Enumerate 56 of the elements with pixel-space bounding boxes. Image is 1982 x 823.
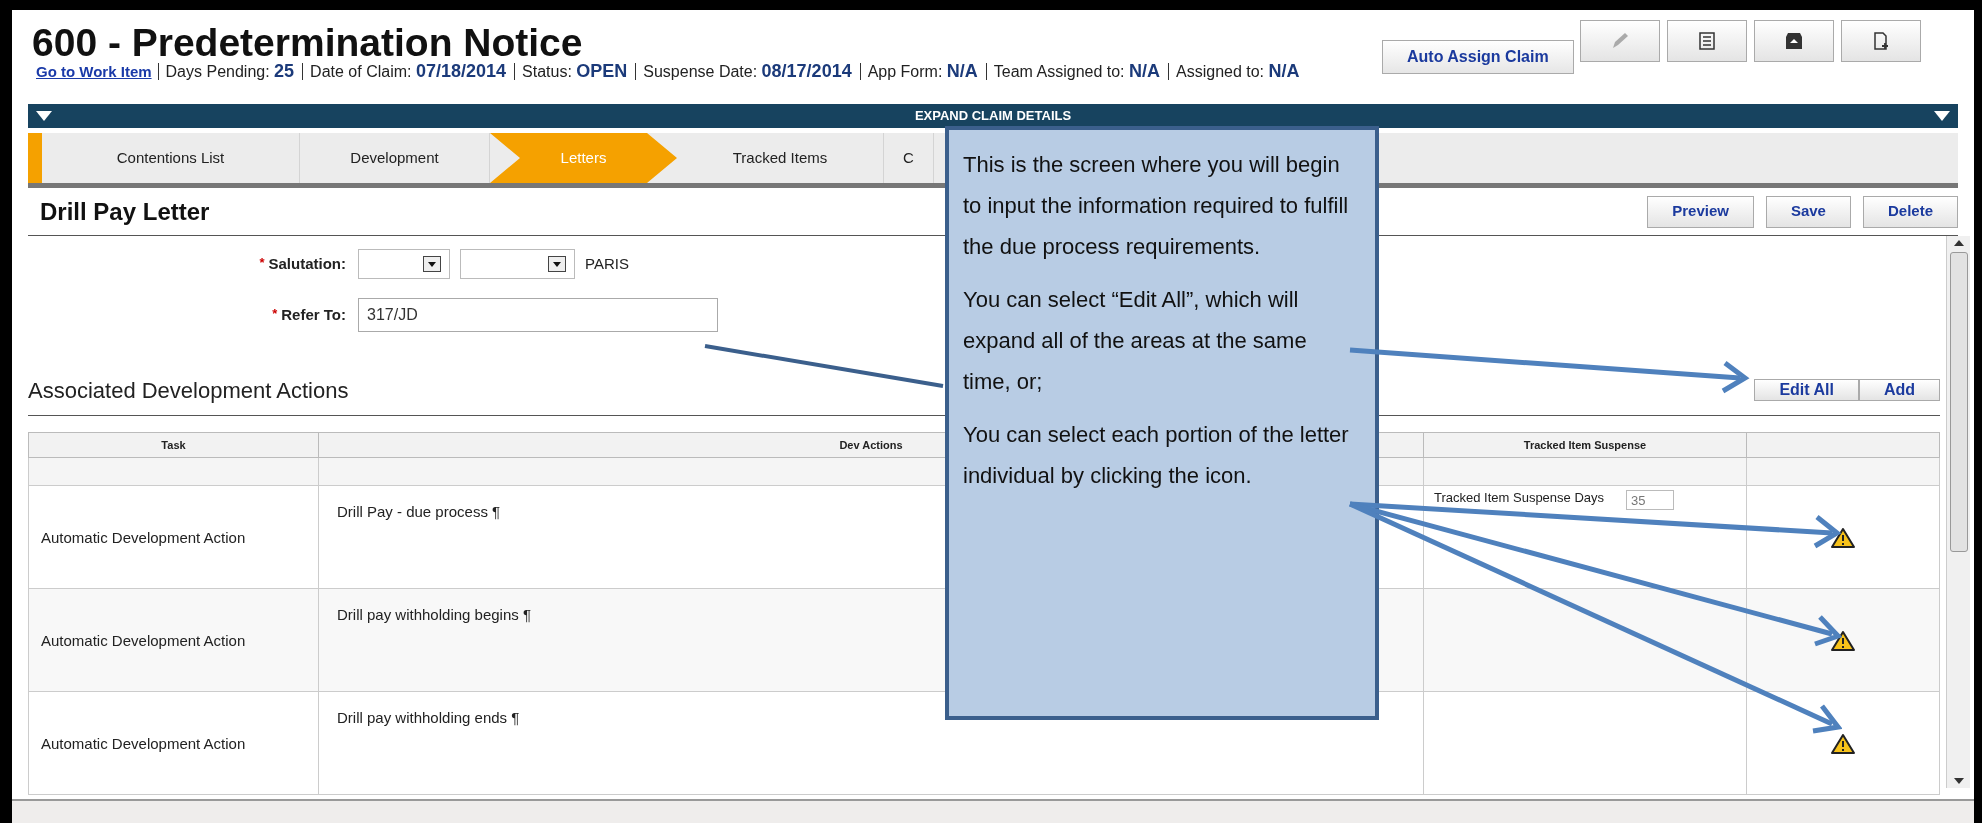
letter-button[interactable]: Save <box>1765 195 1851 228</box>
column-header: Tracked Item Suspense <box>1523 438 1647 451</box>
refer-label: Refer To: <box>281 304 346 325</box>
scroll-thumb[interactable] <box>1949 252 1968 552</box>
info-field: Date of Claim: 07/18/2014 <box>302 63 514 80</box>
expand-bar[interactable]: EXPAND CLAIM DETAILS <box>28 104 1958 128</box>
warning-icon[interactable] <box>1831 733 1855 754</box>
column-header: Dev Actions <box>839 438 903 451</box>
info-field: Assigned to: N/A <box>1168 63 1308 80</box>
scrollbar[interactable] <box>1946 236 1970 788</box>
task-text: Automatic Development Action <box>41 734 247 752</box>
info-field: Status: OPEN <box>514 63 636 80</box>
work-item-link[interactable]: Go to Work Item <box>32 63 158 80</box>
task-text: Automatic Development Action <box>41 631 247 649</box>
letter-title: Drill Pay Letter <box>39 196 210 227</box>
scroll-down-icon[interactable] <box>1953 778 1964 784</box>
assign-button[interactable]: Auto Assign Claim <box>1382 40 1574 74</box>
toolbar-button[interactable] <box>1753 20 1834 62</box>
info-field: Team Assigned to: N/A <box>985 63 1168 80</box>
toolbar-button[interactable] <box>1666 20 1747 62</box>
salutation-name: PARIS <box>585 253 629 274</box>
warning-icon[interactable] <box>1831 630 1855 651</box>
toolbar-button[interactable] <box>1840 20 1921 62</box>
callout-text: You can select each portion of the letter individual by clicking the icon. <box>963 421 1350 490</box>
section-title: Associated Development Actions <box>28 377 349 405</box>
letter-button[interactable]: Preview <box>1647 195 1754 228</box>
info-field: Suspense Date: 08/17/2014 <box>635 63 860 80</box>
action-text: Drill Pay - due process ¶ <box>337 503 501 520</box>
caret-icon <box>36 111 52 121</box>
required-mark: * <box>272 304 279 323</box>
dropdown[interactable] <box>358 249 450 279</box>
task-text: Automatic Development Action <box>41 528 247 546</box>
info-field: App Form: N/A <box>859 63 986 80</box>
salutation-label: Salutation: <box>268 253 346 274</box>
callout-text: You can select “Edit All”, which will expand all of the areas at the same time, or; <box>963 286 1308 396</box>
suspense-label: Tracked Item Suspense Days <box>1434 490 1606 505</box>
box-icon <box>1783 31 1804 51</box>
step-marker <box>28 133 42 183</box>
callout-text: This is the screen where you will begin to input the information required to fulfill the due process requirements. <box>963 151 1350 261</box>
action-text: Drill pay withholding begins ¶ <box>337 606 531 623</box>
warning-icon[interactable] <box>1831 527 1855 548</box>
list-icon <box>1696 31 1717 51</box>
required-mark: * <box>259 253 266 272</box>
column-header: Task <box>161 438 186 451</box>
expand-label: EXPAND CLAIM DETAILS <box>914 107 1072 126</box>
page-title: 600 - Predetermination Notice <box>32 24 584 62</box>
refer-field[interactable]: 317/JD <box>358 298 718 332</box>
info-field: Days Pending: 25 <box>157 63 303 80</box>
action-text: Drill pay withholding ends ¶ <box>337 709 520 726</box>
caret-icon <box>1934 111 1950 121</box>
dropdown[interactable] <box>460 249 575 279</box>
scroll-up-icon[interactable] <box>1953 240 1964 246</box>
section-button[interactable]: Add <box>1858 379 1940 401</box>
suspense-field[interactable]: 35 <box>1626 490 1674 510</box>
section-button[interactable]: Edit All <box>1754 379 1859 401</box>
letter-button[interactable]: Delete <box>1862 195 1958 228</box>
